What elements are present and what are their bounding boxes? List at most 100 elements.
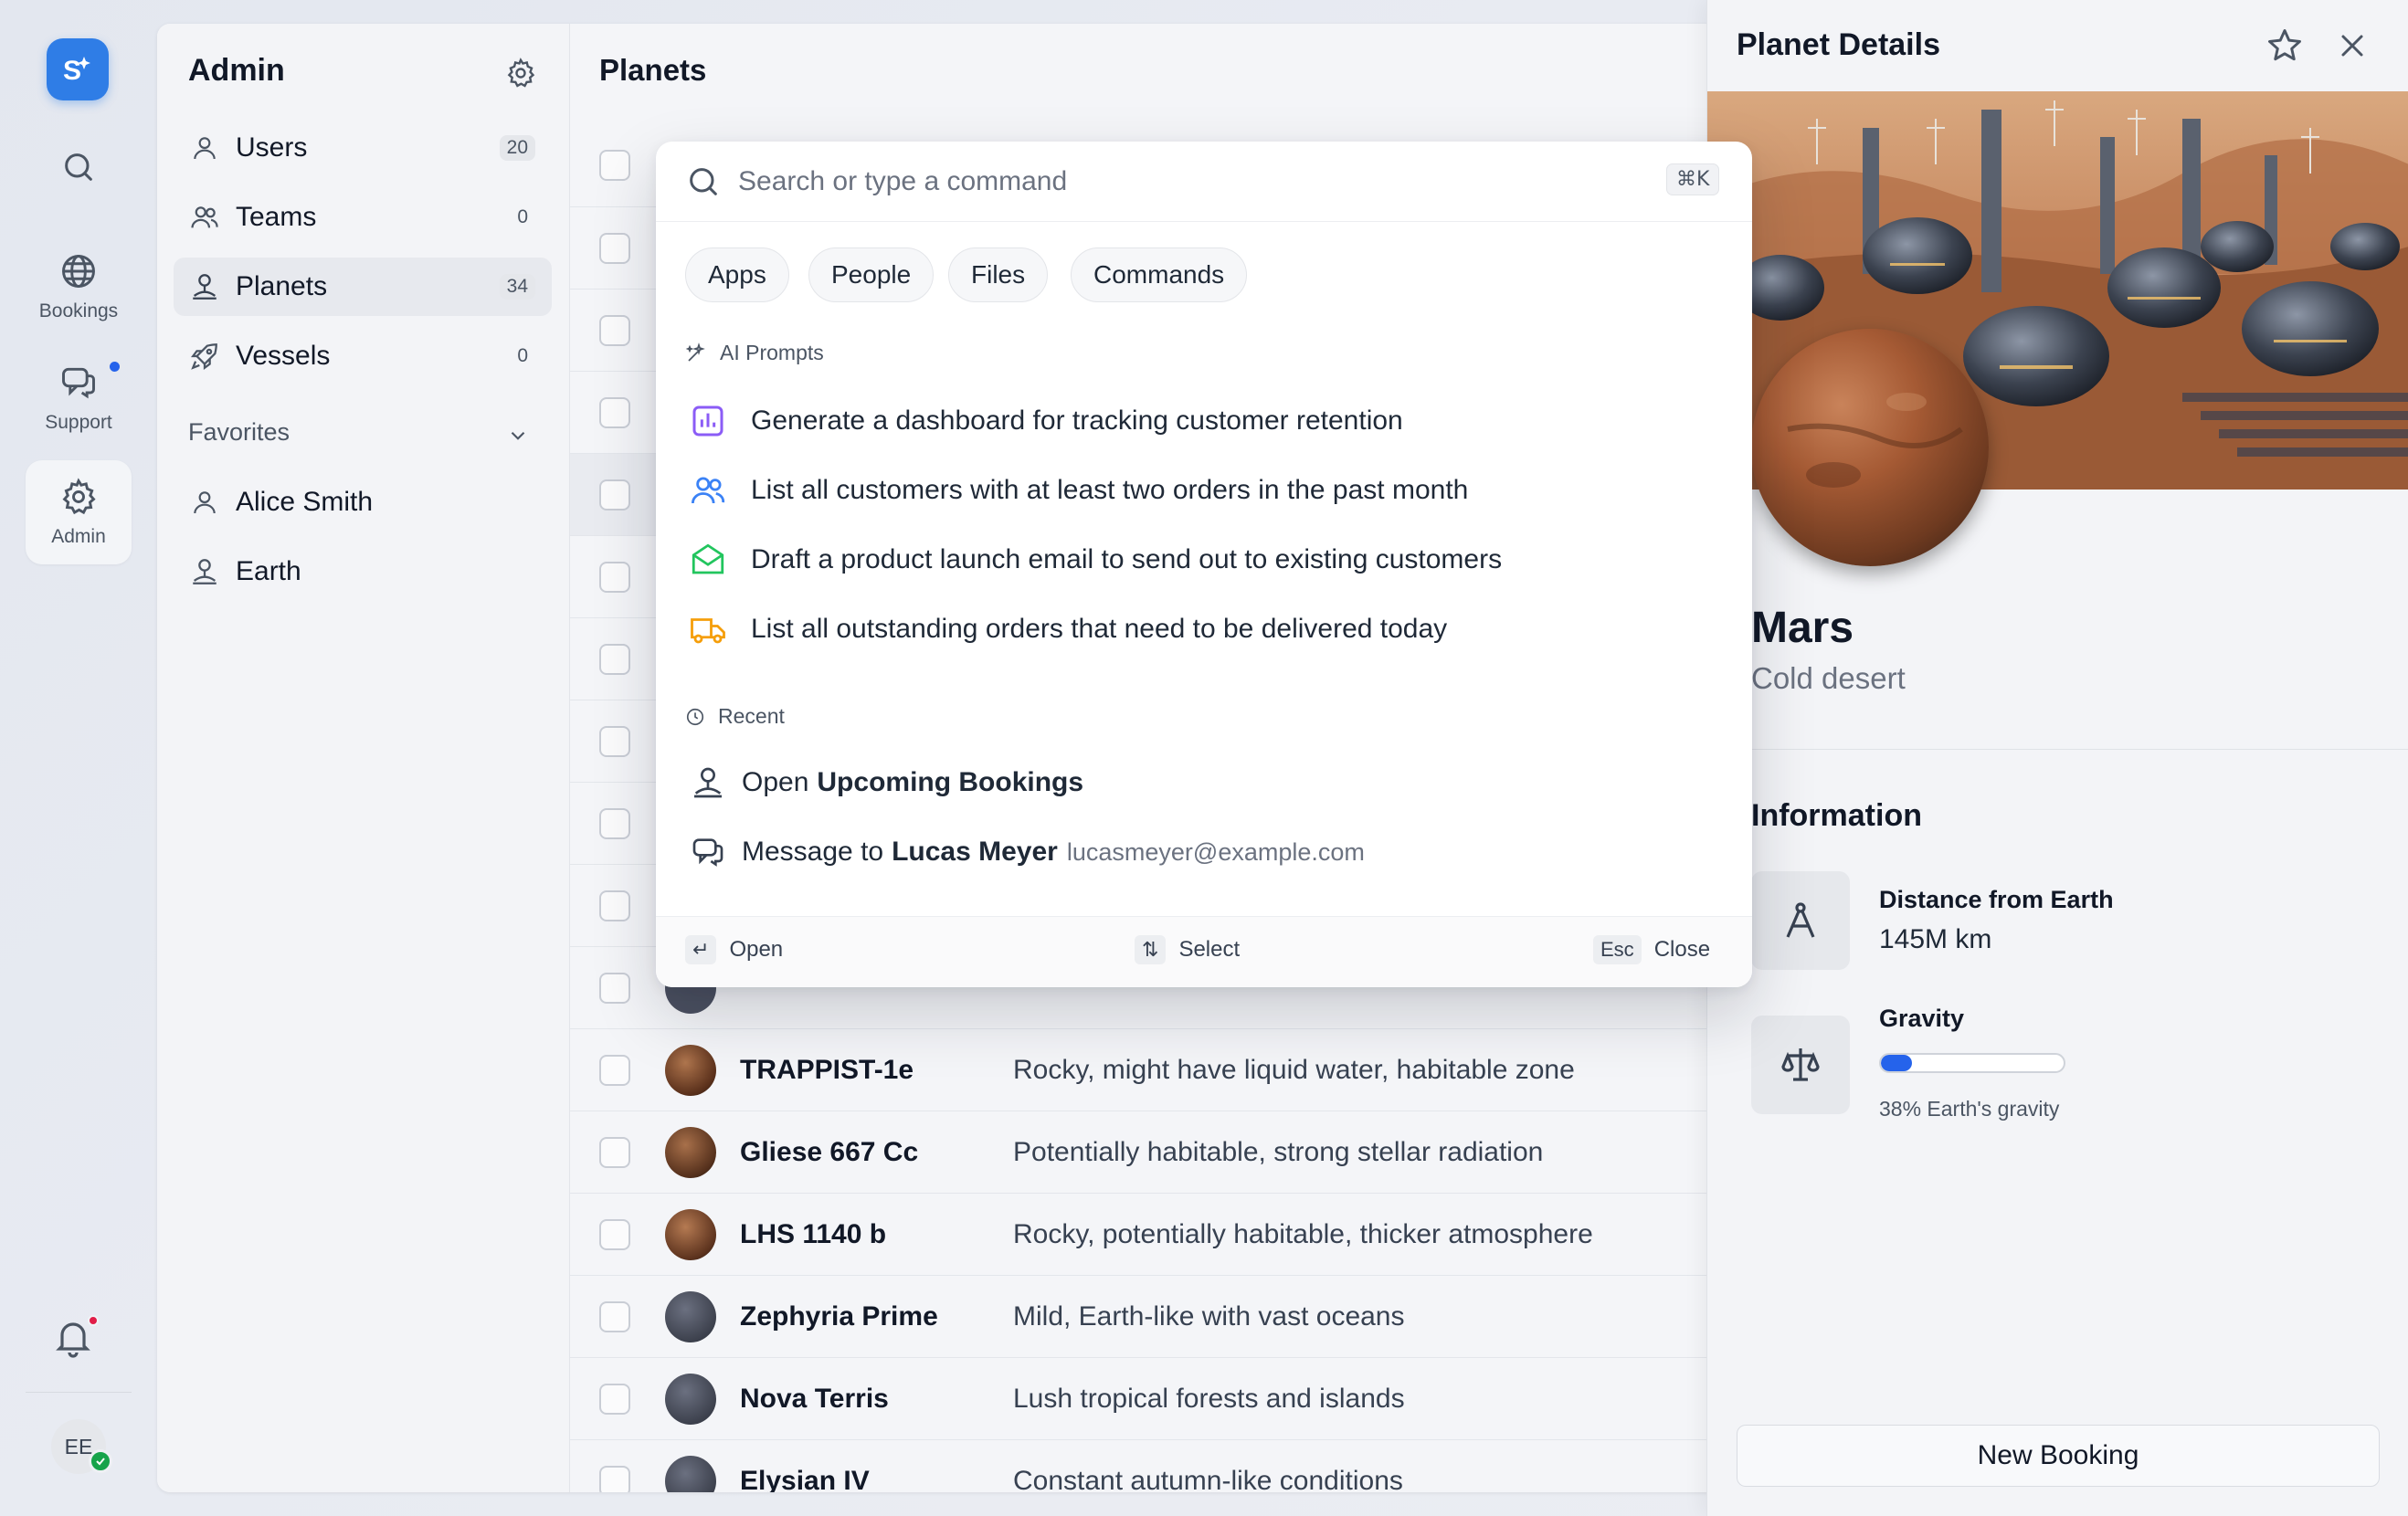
row-checkbox[interactable] (599, 479, 630, 511)
recent-prefix: Message to (742, 837, 884, 867)
notification-dot (88, 1315, 99, 1326)
palette-footer: ↵ Open ⇅ Select Esc Close (656, 916, 1752, 987)
planet-name[interactable]: Nova Terris (740, 1384, 889, 1415)
row-checkbox[interactable] (599, 1383, 630, 1415)
envelope-icon (689, 541, 727, 579)
detail-title: Planet Details (1737, 27, 1940, 62)
favorites-collapse-toggle[interactable] (506, 424, 530, 447)
row-checkbox[interactable] (599, 232, 630, 264)
row-checkbox[interactable] (599, 150, 630, 181)
avatar-initials: EE (64, 1434, 93, 1458)
recent-target: Lucas Meyer (892, 837, 1058, 867)
rocket-icon (188, 340, 221, 373)
sidebar-item-label: Planets (236, 271, 328, 301)
user-icon (188, 132, 221, 164)
gravity-label: Gravity (1879, 1005, 1965, 1032)
page-title: Planets (599, 53, 707, 87)
gravity-icon-box (1751, 1016, 1850, 1114)
prompt-text: List all outstanding orders that need to… (751, 614, 1448, 644)
mars-surface (1787, 393, 1963, 488)
filter-chip-apps[interactable]: Apps (685, 247, 789, 302)
sidebar-item-label: Vessels (236, 341, 331, 371)
table-row[interactable]: Zephyria Prime Mild, Earth-like with vas… (570, 1275, 1710, 1357)
rail-bookings-button[interactable]: Bookings (26, 236, 132, 338)
sidebar-item-vessels[interactable]: Vessels 0 (174, 327, 552, 385)
ai-prompt-item[interactable]: List all customers with at least two ord… (689, 463, 1468, 518)
online-status-badge (89, 1449, 112, 1473)
favorite-label: Earth (236, 556, 301, 586)
distance-icon-box (1751, 871, 1850, 970)
filter-chip-people[interactable]: People (808, 247, 935, 302)
sparkle-icon (685, 342, 705, 362)
planet-description: Rocky, might have liquid water, habitabl… (1013, 1054, 1575, 1085)
rail-search-button[interactable] (26, 117, 132, 217)
svg-text:S: S (63, 56, 81, 86)
row-checkbox[interactable] (599, 643, 630, 675)
planet-avatar (665, 1373, 716, 1425)
ai-prompt-item[interactable]: Draft a product launch email to send out… (689, 532, 1502, 587)
sidebar-item-teams[interactable]: Teams 0 (174, 188, 552, 247)
footer-close-hint[interactable]: Esc Close (1593, 935, 1710, 964)
favorite-item-earth[interactable]: Earth (174, 542, 552, 601)
filter-chip-files[interactable]: Files (948, 247, 1049, 302)
command-palette: ⌘K Apps People Files Commands AI Prompts… (656, 142, 1752, 987)
ai-prompts-label: AI Prompts (720, 341, 824, 364)
esc-key: Esc (1593, 935, 1642, 964)
recent-item[interactable]: Message to Lucas Meyer lucasmeyer@exampl… (689, 825, 1365, 879)
rail-support-label: Support (45, 412, 112, 433)
row-checkbox[interactable] (599, 1136, 630, 1168)
sidebar-item-label: Users (236, 132, 308, 163)
information-header: Information (1751, 798, 1922, 833)
filter-chip-commands[interactable]: Commands (1071, 247, 1248, 302)
new-booking-button[interactable]: New Booking (1737, 1425, 2380, 1487)
command-search-input[interactable] (738, 162, 1560, 202)
favorites-header[interactable]: Favorites (188, 418, 290, 447)
chevron-down-icon (511, 431, 525, 440)
planet-icon (689, 763, 727, 802)
ai-prompt-item[interactable]: List all outstanding orders that need to… (689, 602, 1447, 657)
star-icon (2268, 29, 2301, 61)
planet-name[interactable]: Elysian IV (740, 1466, 870, 1493)
row-checkbox[interactable] (599, 972, 630, 1004)
favorite-item-alice-smith[interactable]: Alice Smith (174, 473, 552, 532)
planet-name[interactable]: Zephyria Prime (740, 1301, 938, 1332)
ai-prompt-item[interactable]: Generate a dashboard for tracking custom… (689, 394, 1403, 448)
row-checkbox[interactable] (599, 1218, 630, 1250)
planet-name[interactable]: TRAPPIST-1e (740, 1055, 914, 1086)
sidebar-settings-button[interactable] (504, 57, 537, 89)
admin-sidebar: Admin Users 20 Teams 0 Planets 34 Vessel… (157, 24, 570, 1492)
sidebar-item-users[interactable]: Users 20 (174, 119, 552, 177)
rail-admin-label: Admin (51, 526, 106, 547)
sidebar-item-planets[interactable]: Planets 34 (174, 258, 552, 316)
row-checkbox[interactable] (599, 314, 630, 346)
check-icon (96, 1458, 105, 1466)
row-checkbox[interactable] (599, 1300, 630, 1332)
app-logo[interactable]: S (47, 38, 109, 100)
table-row[interactable]: Nova Terris Lush tropical forests and is… (570, 1357, 1710, 1439)
row-checkbox[interactable] (599, 890, 630, 921)
planet-avatar (665, 1455, 716, 1492)
row-checkbox[interactable] (599, 1054, 630, 1086)
favorite-star-button[interactable] (2265, 26, 2305, 66)
globe-icon (62, 255, 95, 288)
planet-name[interactable]: Gliese 667 Cc (740, 1137, 918, 1168)
planet-name[interactable]: LHS 1140 b (740, 1219, 886, 1250)
table-row[interactable]: TRAPPIST-1e Rocky, might have liquid wat… (570, 1028, 1710, 1111)
row-checkbox[interactable] (599, 807, 630, 839)
table-row[interactable]: Elysian IV Constant autumn-like conditio… (570, 1439, 1710, 1492)
row-checkbox[interactable] (599, 1465, 630, 1492)
sidebar-item-label: Teams (236, 202, 317, 232)
rail-admin-button[interactable]: Admin (26, 460, 132, 564)
app-rail: S Bookings Support Admin EE (0, 0, 157, 1516)
planet-description: Lush tropical forests and islands (1013, 1383, 1405, 1414)
close-panel-button[interactable] (2334, 27, 2371, 64)
table-row[interactable]: LHS 1140 b Rocky, potentially habitable,… (570, 1193, 1710, 1275)
prompt-text: Generate a dashboard for tracking custom… (751, 405, 1403, 436)
table-row[interactable]: Gliese 667 Cc Potentially habitable, str… (570, 1111, 1710, 1193)
planet-avatar (665, 1044, 716, 1096)
row-checkbox[interactable] (599, 725, 630, 757)
row-checkbox[interactable] (599, 396, 630, 428)
distance-label: Distance from Earth (1879, 886, 2114, 913)
row-checkbox[interactable] (599, 561, 630, 593)
recent-item[interactable]: Open Upcoming Bookings (689, 755, 1083, 810)
